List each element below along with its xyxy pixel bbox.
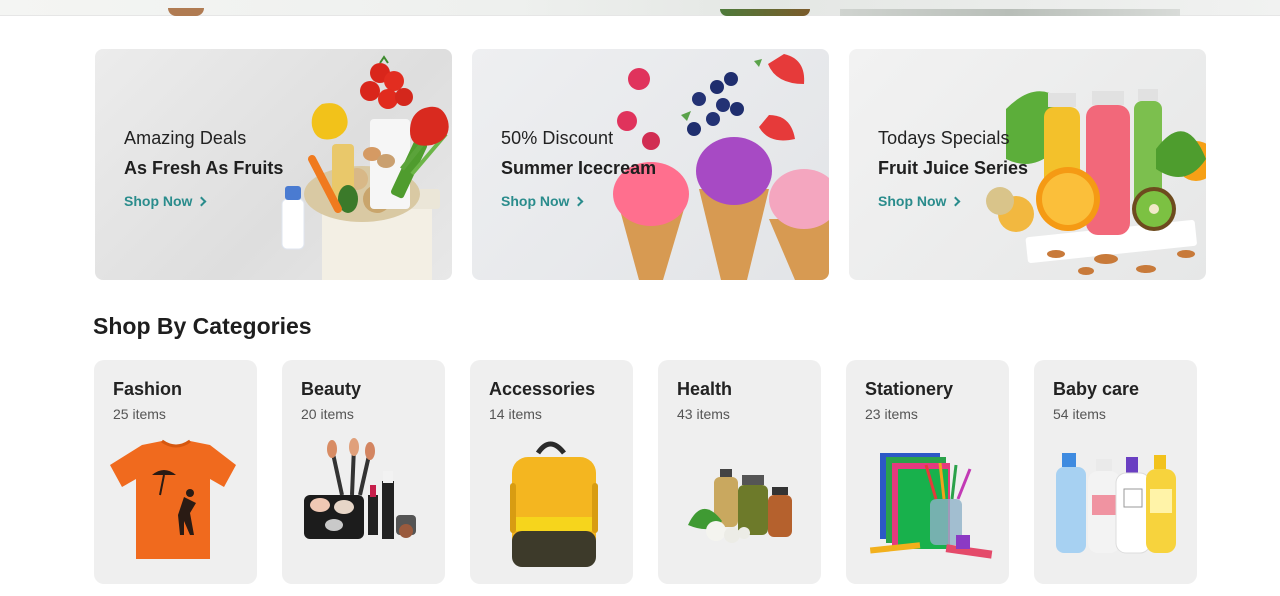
category-card-stationery[interactable]: Stationery 23 items xyxy=(846,360,1009,584)
promo-banner-fresh-fruits[interactable]: Amazing Deals As Fresh As Fruits Shop No… xyxy=(95,49,452,280)
hero-image-edge xyxy=(0,0,1280,16)
tshirt-icon xyxy=(110,439,236,559)
shop-now-label: Shop Now xyxy=(124,193,193,209)
category-count: 20 items xyxy=(301,406,354,422)
notebooks-icon xyxy=(869,453,993,559)
banner-kicker: Todays Specials xyxy=(878,128,1010,148)
category-count: 14 items xyxy=(489,406,542,422)
category-card-beauty[interactable]: Beauty 20 items xyxy=(282,360,445,584)
category-name: Beauty xyxy=(301,379,362,399)
shop-now-label: Shop Now xyxy=(501,193,570,209)
category-name: Stationery xyxy=(865,379,954,399)
chevron-right-icon xyxy=(573,196,584,206)
category-card-baby-care[interactable]: Baby care 54 items xyxy=(1034,360,1197,584)
promo-banner-fruit-juice[interactable]: Todays Specials Fruit Juice Series Shop … xyxy=(849,49,1206,280)
promo-banners: Amazing Deals As Fresh As Fruits Shop No… xyxy=(95,49,1207,280)
banner-headline: Fruit Juice Series xyxy=(878,158,1029,178)
shop-now-link[interactable]: Shop Now xyxy=(501,193,584,209)
category-count: 43 items xyxy=(677,406,730,422)
backpack-icon xyxy=(510,441,598,567)
baby-products-icon xyxy=(1056,453,1176,554)
chevron-right-icon xyxy=(196,196,207,206)
banner-headline: Summer Icecream xyxy=(501,158,657,178)
makeup-icon xyxy=(304,438,416,539)
promo-banner-summer-icecream[interactable]: 50% Discount Summer Icecream Shop Now xyxy=(472,49,829,280)
category-count: 25 items xyxy=(113,406,166,422)
shop-now-link[interactable]: Shop Now xyxy=(878,193,961,209)
category-count: 54 items xyxy=(1053,406,1106,422)
category-count: 23 items xyxy=(865,406,918,422)
category-card-health[interactable]: Health 43 items xyxy=(658,360,821,584)
category-card-fashion[interactable]: Fashion 25 items xyxy=(94,360,257,584)
chevron-right-icon xyxy=(950,196,961,206)
category-name: Accessories xyxy=(489,379,596,399)
shop-now-link[interactable]: Shop Now xyxy=(124,193,207,209)
section-title: Shop By Categories xyxy=(93,313,312,339)
category-name: Health xyxy=(677,379,733,399)
banner-kicker: 50% Discount xyxy=(501,128,614,148)
banner-kicker: Amazing Deals xyxy=(124,128,247,148)
category-name: Baby care xyxy=(1053,379,1140,399)
category-list: Fashion 25 items Beauty 20 items Accesso… xyxy=(94,360,1197,584)
bottles-icon xyxy=(688,469,792,543)
shop-now-label: Shop Now xyxy=(878,193,947,209)
category-card-accessories[interactable]: Accessories 14 items xyxy=(470,360,633,584)
category-name: Fashion xyxy=(113,379,183,399)
banner-headline: As Fresh As Fruits xyxy=(124,158,284,178)
